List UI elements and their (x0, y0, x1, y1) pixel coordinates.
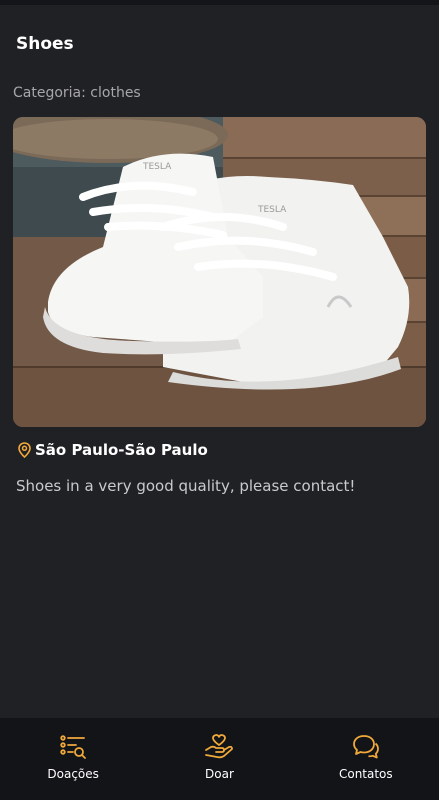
svg-text:TESLA: TESLA (257, 205, 287, 215)
nav-label-doacoes: Doações (47, 767, 99, 781)
nav-item-doar[interactable]: Doar (164, 733, 274, 781)
location-row: São Paulo-São Paulo (18, 441, 208, 459)
page-title: Shoes (16, 34, 74, 54)
sneakers-image: TESLA TESLA (13, 117, 426, 427)
list-search-icon (59, 733, 87, 761)
status-bar-strip (0, 0, 439, 5)
location-pin-icon (18, 442, 31, 458)
nav-label-doar: Doar (205, 767, 234, 781)
nav-item-doacoes[interactable]: Doações (18, 733, 128, 781)
nav-item-contatos[interactable]: Contatos (311, 733, 421, 781)
svg-text:TESLA: TESLA (142, 162, 172, 172)
chat-bubbles-icon (352, 733, 380, 761)
location-text: São Paulo-São Paulo (35, 441, 208, 459)
category-label: Categoria: clothes (13, 85, 141, 101)
item-photo: TESLA TESLA (13, 117, 426, 427)
bottom-navigation: Doações Doar Contatos (0, 718, 439, 800)
donate-hand-heart-icon (204, 733, 234, 761)
item-description: Shoes in a very good quality, please con… (16, 477, 356, 495)
nav-label-contatos: Contatos (338, 767, 393, 781)
